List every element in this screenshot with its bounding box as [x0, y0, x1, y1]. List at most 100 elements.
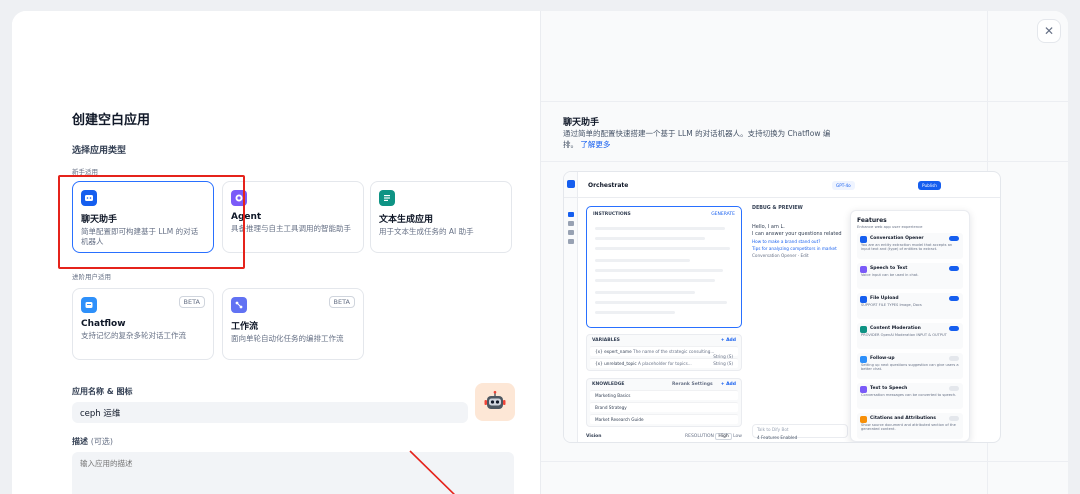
mini-instructions-label: INSTRUCTIONS	[593, 212, 631, 217]
feature-name: Speech to Text	[870, 266, 908, 271]
mini-debug-label: DEBUG & PREVIEW	[752, 206, 803, 211]
mini-variable-type: String (S)	[713, 361, 733, 366]
mini-chat-input-placeholder: Talk to Dify Bot	[757, 427, 789, 432]
mini-chat-text: I can answer your questions related	[752, 231, 842, 237]
mini-rerank-label: Rerank Settings	[671, 382, 713, 387]
placeholder-line	[595, 247, 730, 250]
mini-features-subtitle: Enhance web app user experience	[857, 224, 923, 229]
feature-desc: Setting up next questions suggestion can…	[861, 363, 959, 371]
feature-icon	[860, 326, 867, 333]
feature-name: Content Moderation	[870, 326, 921, 331]
mini-chat-hello: Hello, I am L.	[752, 224, 785, 230]
mini-feature-item: File Upload SUPPORT FILE TYPES Image, Doc…	[857, 293, 963, 319]
mini-generate-label: GENERATE	[711, 212, 735, 217]
mini-header: Orchestrate GPT-4o Publish	[564, 172, 1000, 198]
left-panel: 创建空白应用 选择应用类型 新手适用 聊天助手 简单配置即可构建基于 LLM 的…	[12, 11, 540, 494]
mini-nav-icon	[568, 212, 574, 217]
placeholder-line	[595, 227, 725, 230]
annotation-arrow	[409, 450, 456, 494]
placeholder-line	[595, 279, 715, 282]
mini-knowledge-row: Marketing Basics	[590, 390, 738, 400]
mini-features-panel: Features Enhance web app user experience…	[850, 210, 970, 442]
mini-variable-row: {x} expert_name The name of the strategi…	[590, 346, 738, 359]
mini-variable-desc: A placeholder for topics...	[638, 361, 692, 366]
mini-feature-item: Text to Speech Conversation messages can …	[857, 383, 963, 409]
mini-knowledge-row: Market Research Guide	[590, 414, 738, 424]
placeholder-line	[595, 237, 705, 240]
preview-panel: ✕ 聊天助手 通过简单的配置快速搭建一个基于 LLM 的对话机器人。支持切换为 …	[540, 11, 1068, 494]
close-icon: ✕	[1043, 24, 1055, 38]
mini-chat-opener: Conversation Opener · Edit	[752, 253, 809, 258]
feature-icon	[860, 296, 867, 303]
feature-desc: Show source document and attributed sect…	[861, 423, 956, 431]
feature-name: File Upload	[870, 296, 899, 301]
mini-chat-input: Talk to Dify Bot 4 Features Enabled	[752, 424, 848, 440]
grid-line	[541, 101, 1068, 102]
feature-toggle	[949, 236, 959, 241]
feature-toggle	[949, 296, 959, 301]
mini-knowledge-header: KNOWLEDGE + Add Rerank Settings	[587, 379, 741, 390]
mini-features-title: Features	[857, 217, 887, 224]
close-button[interactable]: ✕	[1037, 19, 1061, 43]
learn-more-link[interactable]: 了解更多	[580, 140, 610, 149]
mini-nav-icon	[568, 239, 574, 244]
mini-knowledge: KNOWLEDGE + Add Rerank Settings Marketing …	[586, 378, 742, 427]
grid-line	[541, 161, 1068, 162]
feature-desc: PROVIDER OpenAI Moderation INPUT & OUTPU…	[861, 333, 947, 337]
mini-feature-list: Conversation Opener You are an entity ext…	[857, 233, 963, 442]
mini-chat-question: Tips for analyzing competitors in market	[752, 246, 837, 251]
feature-desc: SUPPORT FILE TYPES Image, Docs	[861, 303, 922, 307]
grid-line	[541, 461, 1068, 462]
mini-variables-header: VARIABLES + Add	[587, 335, 741, 346]
create-app-dialog: 创建空白应用 选择应用类型 新手适用 聊天助手 简单配置即可构建基于 LLM 的…	[12, 11, 1068, 494]
feature-toggle	[949, 386, 959, 391]
mini-publish-button: Publish	[918, 181, 941, 190]
mini-feature-item: Content Moderation PROVIDER OpenAI Modera…	[857, 323, 963, 349]
mini-add-label: + Add	[720, 338, 736, 343]
placeholder-line	[595, 259, 690, 262]
feature-toggle	[949, 326, 959, 331]
mini-chat: Hello, I am L. I can answer your questio…	[752, 224, 862, 259]
preview-screenshot: Orchestrate GPT-4o Publish INSTRUCTIONS …	[563, 171, 1001, 443]
mini-variable-name: {x} unrelated_topic	[595, 361, 637, 366]
placeholder-line	[595, 301, 727, 304]
mini-feature-item: Follow-up Setting up next questions sugge…	[857, 353, 963, 379]
mini-sidebar	[564, 172, 578, 442]
mini-vision-label: Vision	[586, 434, 602, 439]
feature-name: Text to Speech	[870, 386, 908, 391]
mini-add-label: + Add	[720, 382, 736, 387]
mini-knowledge-label: KNOWLEDGE	[592, 382, 625, 387]
feature-name: Follow-up	[870, 356, 895, 361]
mini-chat-question: How to make a brand stand out?	[752, 239, 821, 244]
mini-nav-icon	[568, 221, 574, 226]
mini-low-option: Low	[733, 434, 742, 439]
feature-desc: Voice input can be used in chat.	[861, 273, 919, 277]
feature-icon	[860, 266, 867, 273]
feature-desc: Conversation messages can be converted t…	[861, 393, 957, 397]
mini-feature-item: Conversation Opener You are an entity ext…	[857, 233, 963, 259]
feature-name: Citations and Attributions	[870, 416, 936, 421]
feature-icon	[860, 386, 867, 393]
feature-toggle	[949, 416, 959, 421]
mini-nav-icon	[568, 230, 574, 235]
mini-features-enabled: 4 Features Enabled	[757, 435, 798, 440]
feature-icon	[860, 356, 867, 363]
mini-variables: VARIABLES + Add {x} expert_name The name …	[586, 334, 742, 371]
mini-variable-desc: The name of the strategic consulting...	[633, 349, 715, 354]
feature-toggle	[949, 356, 959, 361]
mini-high-option: High	[715, 433, 732, 440]
mini-knowledge-row: Brand Strategy	[590, 402, 738, 412]
mini-variable-type: String (S)	[713, 354, 733, 359]
mini-variable-row: {x} unrelated_topic A placeholder for to…	[590, 358, 738, 368]
mini-page-title: Orchestrate	[588, 182, 629, 189]
preview-desc: 通过简单的配置快速搭建一个基于 LLM 的对话机器人。支持切换为 Chatflo…	[563, 128, 833, 150]
feature-toggle	[949, 266, 959, 271]
placeholder-line	[595, 291, 695, 294]
mini-resolution-label: RESOLUTION	[684, 434, 714, 439]
mini-feature-item: Citations and Attributions Show source do…	[857, 413, 963, 439]
mini-vision: Vision RESOLUTION High Low	[586, 433, 742, 440]
feature-icon	[860, 416, 867, 423]
feature-desc: You are an entity extraction model that …	[861, 243, 953, 251]
mini-instructions: INSTRUCTIONS GENERATE	[586, 206, 742, 328]
preview-title: 聊天助手	[563, 118, 600, 128]
